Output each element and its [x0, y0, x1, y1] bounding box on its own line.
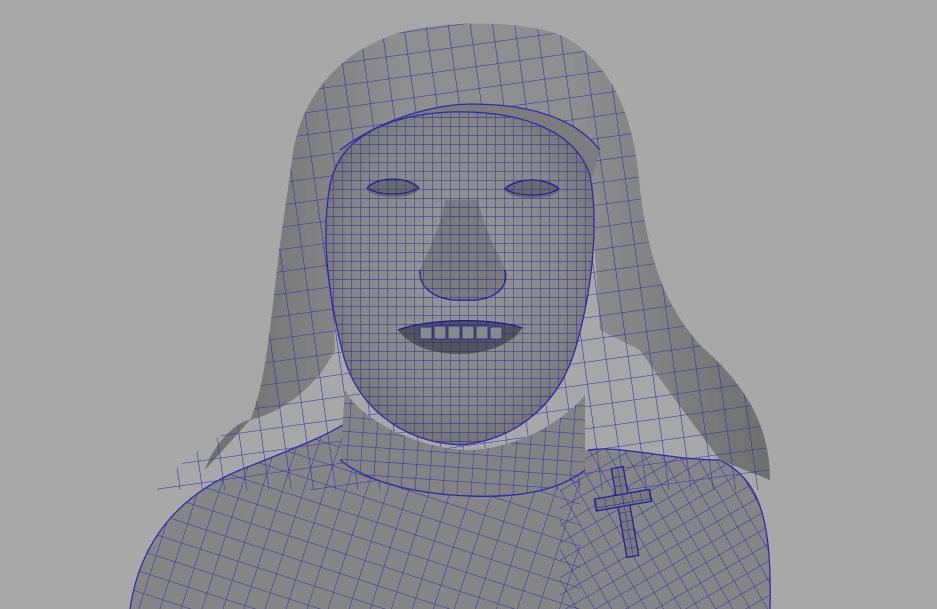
3d-viewport[interactable] — [0, 0, 937, 609]
right-eye-mesh[interactable] — [504, 179, 561, 198]
left-eye-mesh[interactable] — [366, 178, 421, 197]
mesh-render[interactable] — [0, 0, 937, 609]
